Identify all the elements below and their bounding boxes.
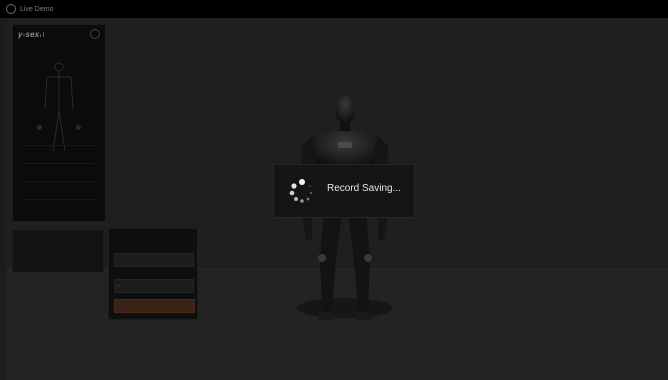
sensor-dot: [37, 125, 42, 130]
sensor-dot: [76, 125, 81, 130]
list-divider: [23, 145, 95, 146]
chevron-down-icon: ▾: [118, 283, 121, 288]
title-bar: Live Demo: [0, 0, 668, 18]
saving-message: Record Saving...: [327, 183, 401, 194]
name-field[interactable]: [114, 253, 194, 267]
gear-icon[interactable]: [90, 29, 100, 39]
app-icon: [6, 4, 16, 14]
brand-logo: y-sex: [17, 29, 48, 41]
type-dropdown[interactable]: ▾: [114, 279, 194, 293]
save-panel: ▾: [108, 228, 198, 320]
body-outline-icon: [44, 62, 74, 152]
save-button[interactable]: [114, 299, 195, 313]
info-panel: [12, 229, 104, 273]
saving-dialog: Record Saving...: [273, 164, 415, 218]
list-divider: [23, 181, 95, 182]
list-divider: [23, 163, 95, 164]
window-title: Live Demo: [20, 5, 54, 13]
spinner-icon: [289, 179, 313, 203]
sensor-panel: y-sex: [12, 24, 106, 222]
list-divider: [23, 199, 95, 200]
svg-text:y-sex: y-sex: [18, 30, 40, 39]
